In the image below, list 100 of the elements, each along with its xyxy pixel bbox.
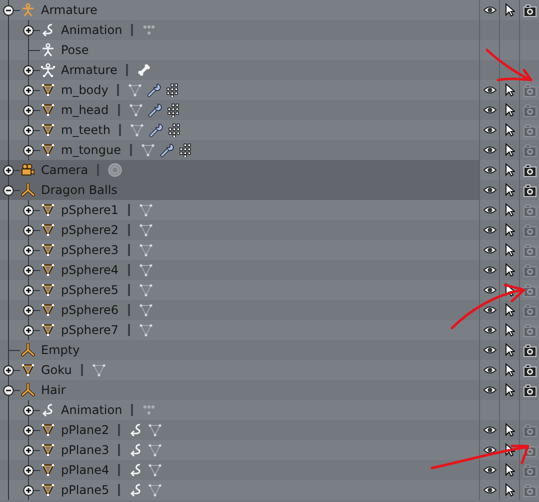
expand-toggle[interactable] [3,364,14,376]
item-name[interactable]: Animation [61,23,122,37]
item-name[interactable]: Armature [41,3,98,17]
eye-icon[interactable] [482,125,496,135]
expand-toggle[interactable] [23,104,34,116]
dots-icon [142,403,156,417]
expand-toggle[interactable] [3,384,14,396]
pointer-icon[interactable] [504,483,514,497]
pointer-icon[interactable] [504,283,514,297]
expand-toggle[interactable] [23,224,34,236]
pointer-icon[interactable] [504,463,514,477]
eye-icon[interactable] [482,485,496,495]
triangle-outline-icon [148,423,162,437]
eye-icon[interactable] [482,325,496,335]
pointer-icon[interactable] [504,183,514,197]
pointer-icon[interactable] [504,83,514,97]
pointer-icon[interactable] [504,323,514,337]
item-name[interactable]: Dragon Balls [41,183,118,197]
pointer-icon[interactable] [504,423,514,437]
item-name[interactable]: m_body [61,83,108,97]
pointer-icon[interactable] [504,363,514,377]
item-name[interactable]: pSphere5 [61,283,119,297]
expand-toggle[interactable] [3,184,14,196]
eye-icon[interactable] [482,465,496,475]
eye-icon[interactable] [482,385,496,395]
pointer-icon[interactable] [504,243,514,257]
item-name[interactable]: m_teeth [61,123,110,137]
expand-toggle[interactable] [23,144,34,156]
pointer-icon[interactable] [504,263,514,277]
item-name[interactable]: pPlane3 [61,443,110,457]
item-name[interactable]: pPlane2 [61,423,110,437]
expand-toggle[interactable] [23,324,34,336]
eye-icon[interactable] [482,265,496,275]
expand-toggle[interactable] [23,204,34,216]
camera-icon[interactable] [522,4,536,16]
expand-toggle[interactable] [23,304,34,316]
eye-icon[interactable] [482,225,496,235]
pointer-icon[interactable] [504,343,514,357]
pointer-icon[interactable] [504,163,514,177]
item-name[interactable]: pSphere2 [61,223,119,237]
pointer-icon[interactable] [504,443,514,457]
item-name[interactable]: m_tongue [61,143,121,157]
item-name[interactable]: Goku [41,363,72,377]
eye-icon[interactable] [482,85,496,95]
item-name[interactable]: Empty [41,343,80,357]
pointer-icon[interactable] [504,203,514,217]
item-name[interactable]: m_head [61,103,109,117]
expand-toggle[interactable] [3,164,14,176]
triangle-icon [41,303,55,317]
eye-icon[interactable] [482,145,496,155]
eye-icon[interactable] [482,245,496,255]
dot-grid-icon [168,123,182,137]
expand-toggle[interactable] [23,124,34,136]
item-name[interactable]: pPlane4 [61,463,110,477]
item-name[interactable]: Hair [41,383,66,397]
item-name[interactable]: pSphere4 [61,263,119,277]
eye-icon[interactable] [482,205,496,215]
item-name[interactable]: Pose [61,43,89,57]
expand-toggle[interactable] [23,444,34,456]
expand-toggle[interactable] [23,424,34,436]
item-name[interactable]: pSphere3 [61,243,119,257]
eye-icon[interactable] [482,165,496,175]
expand-toggle[interactable] [23,244,34,256]
item-name[interactable]: pSphere7 [61,323,119,337]
expand-toggle[interactable] [23,264,34,276]
camera-icon[interactable] [522,164,536,176]
expand-toggle[interactable] [23,64,34,76]
expand-toggle[interactable] [23,484,34,496]
pointer-icon[interactable] [504,143,514,157]
item-name[interactable]: Animation [61,403,122,417]
eye-icon[interactable] [482,345,496,355]
eye-icon[interactable] [482,105,496,115]
expand-toggle[interactable] [23,24,34,36]
pointer-icon[interactable] [504,303,514,317]
pointer-icon[interactable] [504,3,514,17]
item-name[interactable]: pSphere6 [61,303,119,317]
pointer-icon[interactable] [504,103,514,117]
expand-toggle[interactable] [23,464,34,476]
pointer-icon[interactable] [504,123,514,137]
eye-icon[interactable] [482,5,496,15]
eye-icon[interactable] [482,445,496,455]
eye-icon[interactable] [482,285,496,295]
item-name[interactable]: Camera [41,163,88,177]
camera-icon[interactable] [522,344,536,356]
eye-icon[interactable] [482,365,496,375]
pointer-icon[interactable] [504,383,514,397]
expand-toggle[interactable] [23,284,34,296]
item-name[interactable]: Armature [61,63,118,77]
expand-toggle[interactable] [3,4,14,16]
expand-toggle[interactable] [23,404,34,416]
camera-icon[interactable] [522,364,536,376]
item-name[interactable]: pSphere1 [61,203,119,217]
eye-icon[interactable] [482,425,496,435]
eye-icon[interactable] [482,305,496,315]
item-name[interactable]: pPlane5 [61,483,110,497]
camera-icon[interactable] [522,384,536,396]
eye-icon[interactable] [482,185,496,195]
expand-toggle[interactable] [23,84,34,96]
pointer-icon[interactable] [504,223,514,237]
camera-icon[interactable] [522,184,536,196]
